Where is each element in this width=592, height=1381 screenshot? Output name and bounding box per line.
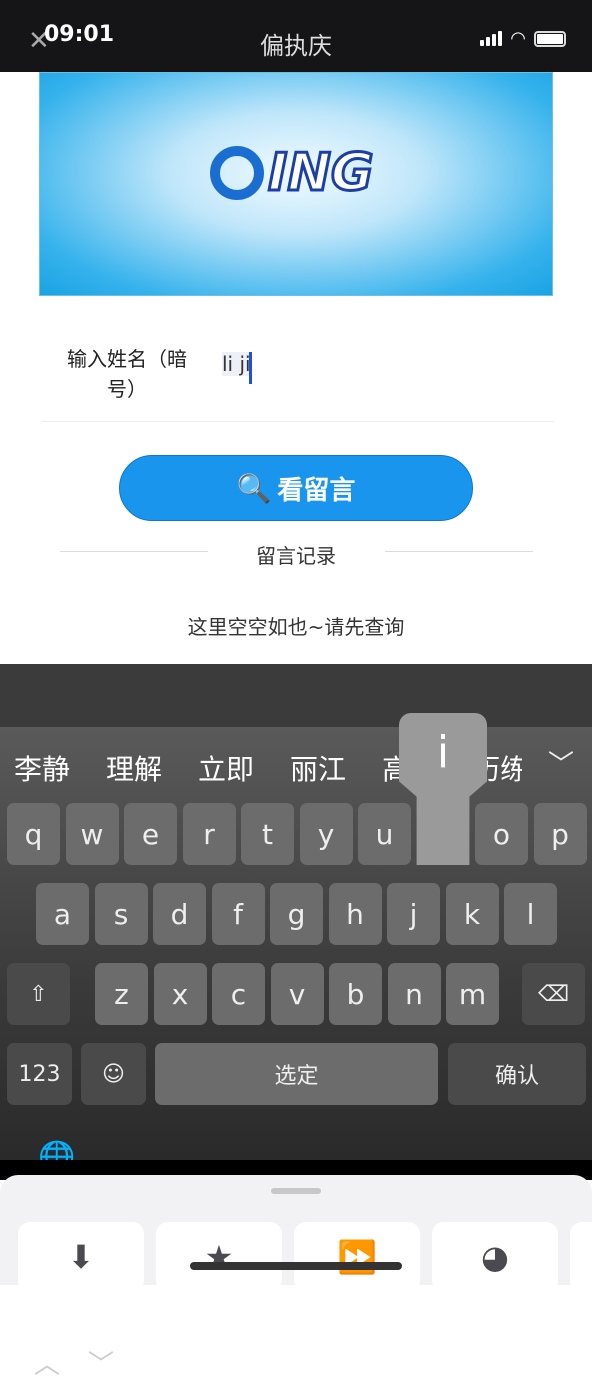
logo-text: ING (267, 142, 376, 205)
done-button[interactable]: 完成 (518, 1346, 562, 1378)
shift-key[interactable]: ⇧ (7, 963, 70, 1025)
space-key[interactable]: 选定 (155, 1043, 438, 1105)
qing-logo: ING (210, 142, 376, 205)
emoji-key[interactable]: ☺ (81, 1043, 146, 1105)
key-s[interactable]: s (94, 883, 148, 945)
key-g[interactable]: g (270, 883, 323, 945)
coin-icon: ◕ (481, 1238, 509, 1276)
key-y[interactable]: y (299, 803, 353, 865)
sheet-grabber[interactable] (271, 1188, 321, 1194)
chevron-down-icon[interactable]: ﹀ (548, 744, 574, 781)
signal-icon (480, 31, 503, 46)
numbers-key[interactable]: 123 (7, 1043, 72, 1105)
logo-q (210, 146, 264, 200)
candidate[interactable]: 理解 (106, 748, 162, 788)
key-a[interactable]: a (36, 883, 89, 945)
battery-icon (534, 30, 566, 47)
confirm-key[interactable]: 确认 (448, 1043, 586, 1105)
text-caret (249, 352, 252, 384)
key-l[interactable]: l (504, 883, 557, 945)
empty-message: 这里空空如也~请先查询 (187, 615, 405, 639)
search-icon: 🔍 (236, 471, 272, 505)
candidate[interactable]: 丽江 (290, 748, 346, 788)
key-w[interactable]: w (65, 803, 119, 865)
key-f[interactable]: f (211, 883, 265, 945)
key-e[interactable]: e (124, 803, 177, 865)
key-u[interactable]: u (358, 803, 411, 865)
key-z[interactable]: z (95, 963, 148, 1025)
key-n[interactable]: n (387, 963, 441, 1025)
key-r[interactable]: r (182, 803, 236, 865)
records-title: 留言记录 (256, 544, 336, 568)
keyboard-toolbar: ︿ ﹀ 完成 (0, 664, 592, 1380)
candidate[interactable]: 李静 (14, 748, 70, 788)
favorite-button[interactable]: ★ (156, 1222, 282, 1292)
home-indicator (190, 1262, 402, 1270)
view-messages-button[interactable]: 🔍 看留言 (119, 455, 473, 521)
chevron-down-icon[interactable]: ﹀ (88, 1344, 114, 1381)
view-messages-label: 看留言 (277, 475, 356, 506)
coin-button[interactable]: ◕ (432, 1222, 558, 1292)
key-k[interactable]: k (445, 883, 499, 945)
key-j[interactable]: j (387, 883, 440, 945)
name-label: 输入姓名（暗号） (67, 347, 187, 401)
chevron-up-icon[interactable]: ︿ (34, 1344, 60, 1381)
banner-image: ING (39, 72, 553, 296)
key-q[interactable]: q (7, 803, 60, 865)
download-icon: ⬇ (67, 1238, 95, 1276)
name-input[interactable]: li ji (222, 352, 251, 376)
key-t[interactable]: t (241, 803, 294, 865)
more-tile[interactable] (570, 1222, 592, 1292)
download-button[interactable]: ⬇ (18, 1222, 144, 1292)
key-c[interactable]: c (212, 963, 265, 1025)
divider (42, 421, 554, 422)
forward-button[interactable]: ⏩ (294, 1222, 420, 1292)
key-p[interactable]: p (533, 803, 587, 865)
key-v[interactable]: v (270, 963, 324, 1025)
candidate[interactable]: 立即 (198, 748, 254, 788)
status-icons: ◠ (480, 28, 566, 49)
wifi-icon: ◠ (510, 28, 526, 49)
delete-key[interactable]: ⌫ (522, 963, 585, 1025)
key-d[interactable]: d (153, 883, 206, 945)
key-m[interactable]: m (446, 963, 499, 1025)
key-b[interactable]: b (329, 963, 382, 1025)
nav-bar: ✕ 09:01 偏执庆 ◠ (0, 0, 592, 72)
key-o[interactable]: o (475, 803, 528, 865)
key-h[interactable]: h (328, 883, 382, 945)
key-x[interactable]: x (153, 963, 207, 1025)
